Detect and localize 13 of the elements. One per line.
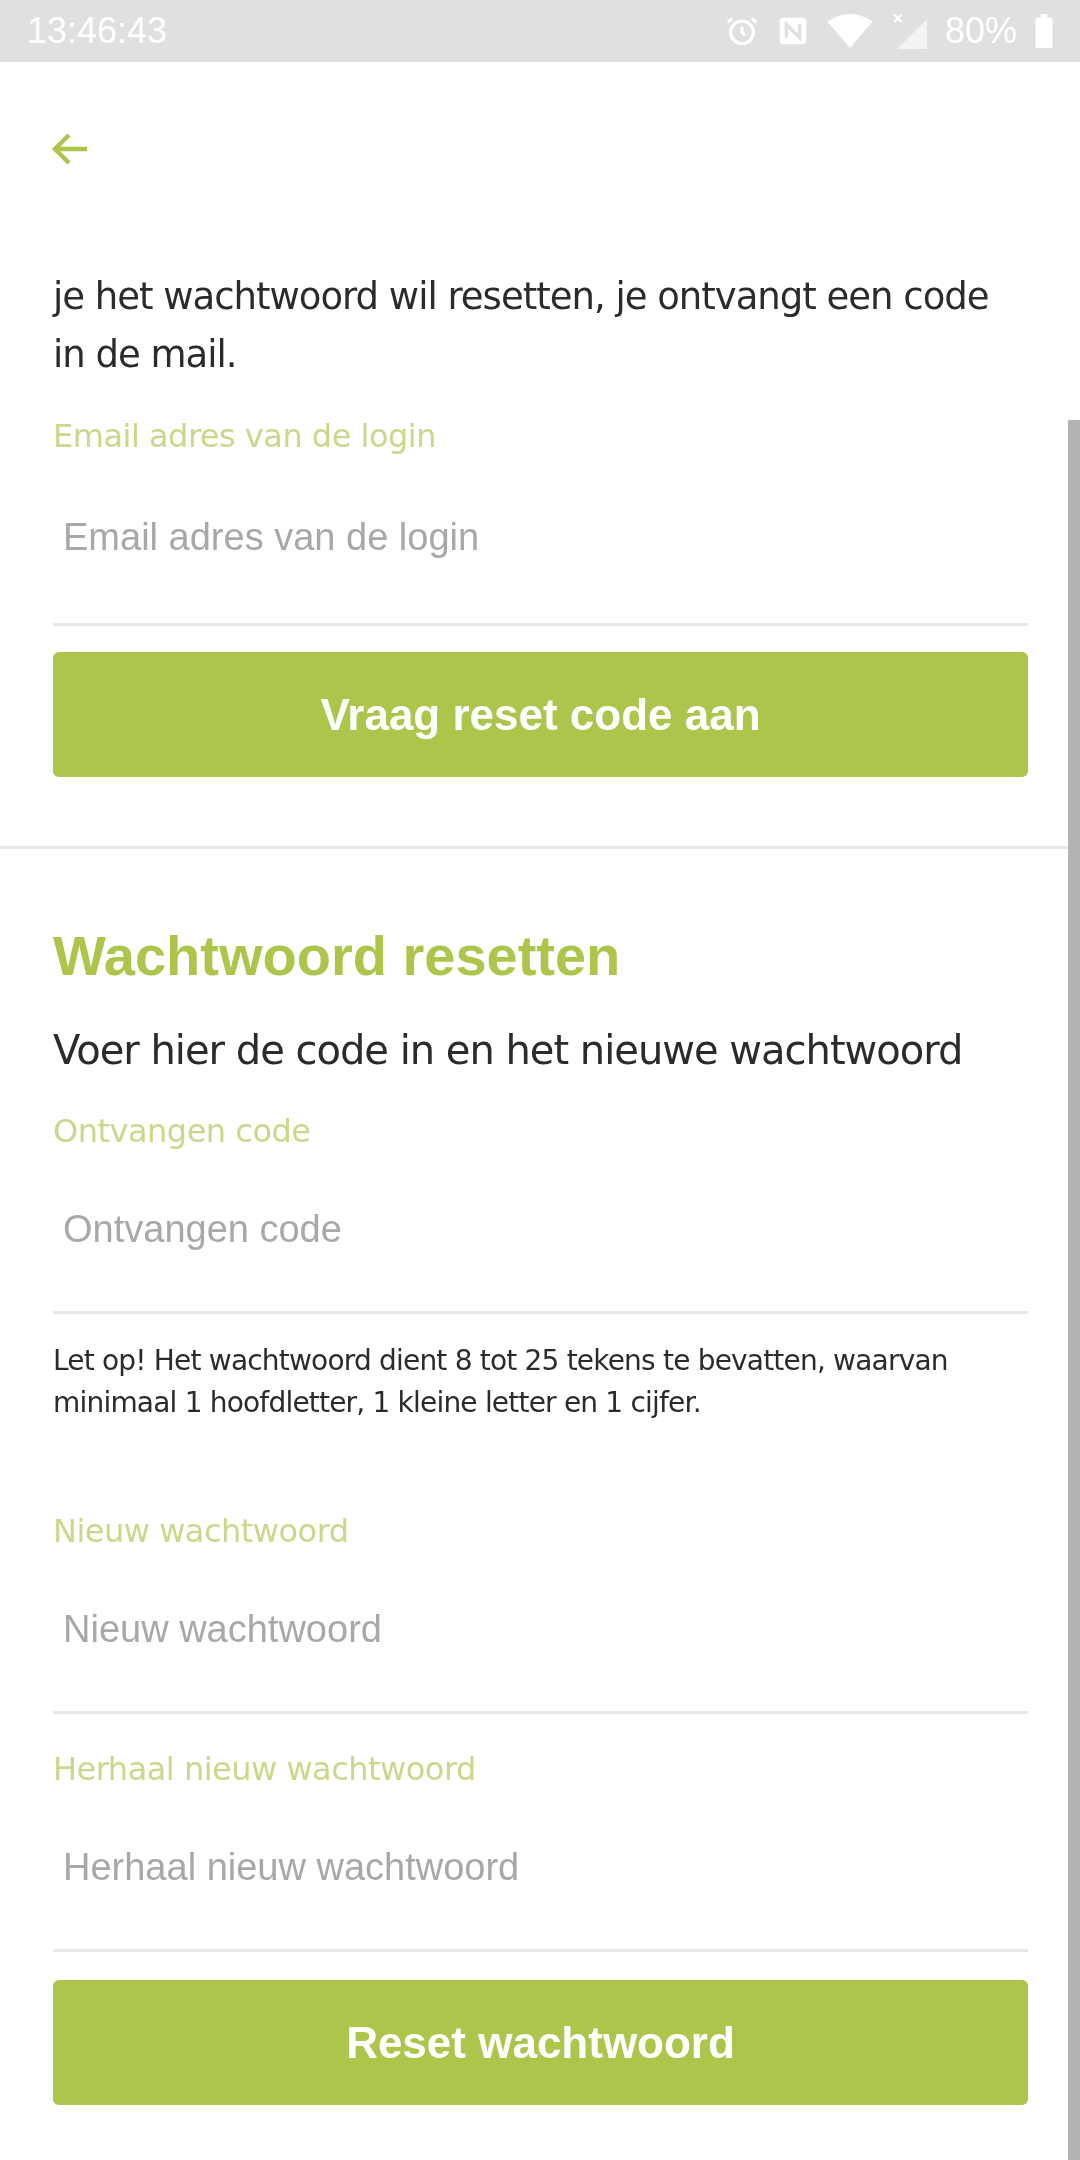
section-title: Wachtwoord resetten xyxy=(53,923,622,989)
signal-icon xyxy=(890,13,927,49)
field-label: Email adres van de login xyxy=(53,416,436,457)
password-rules-note: Let op! Het wachtwoord dient 8 tot 25 tekens te bevatten, waarvan minimaal 1 hoofdletter, 1 kleine letter en 1 cijfer. xyxy=(53,1343,949,1421)
section-subtitle: Voer hier de code in en het nieuwe wachtwoord xyxy=(53,1026,964,1075)
intro-text: je het wachtwoord wil resetten, je ontvangt een code in de mail. xyxy=(53,274,990,378)
field-label: Herhaal nieuw wachtwoord xyxy=(53,1749,476,1790)
reset-password-button[interactable]: Reset wachtwoord xyxy=(53,1980,1028,2105)
field-label: Nieuw wachtwoord xyxy=(53,1511,349,1552)
request-code-button[interactable]: Vraag reset code aan xyxy=(53,652,1028,777)
wifi-icon xyxy=(826,14,873,48)
field-label: Ontvangen code xyxy=(53,1111,311,1152)
battery-icon xyxy=(1035,14,1053,48)
